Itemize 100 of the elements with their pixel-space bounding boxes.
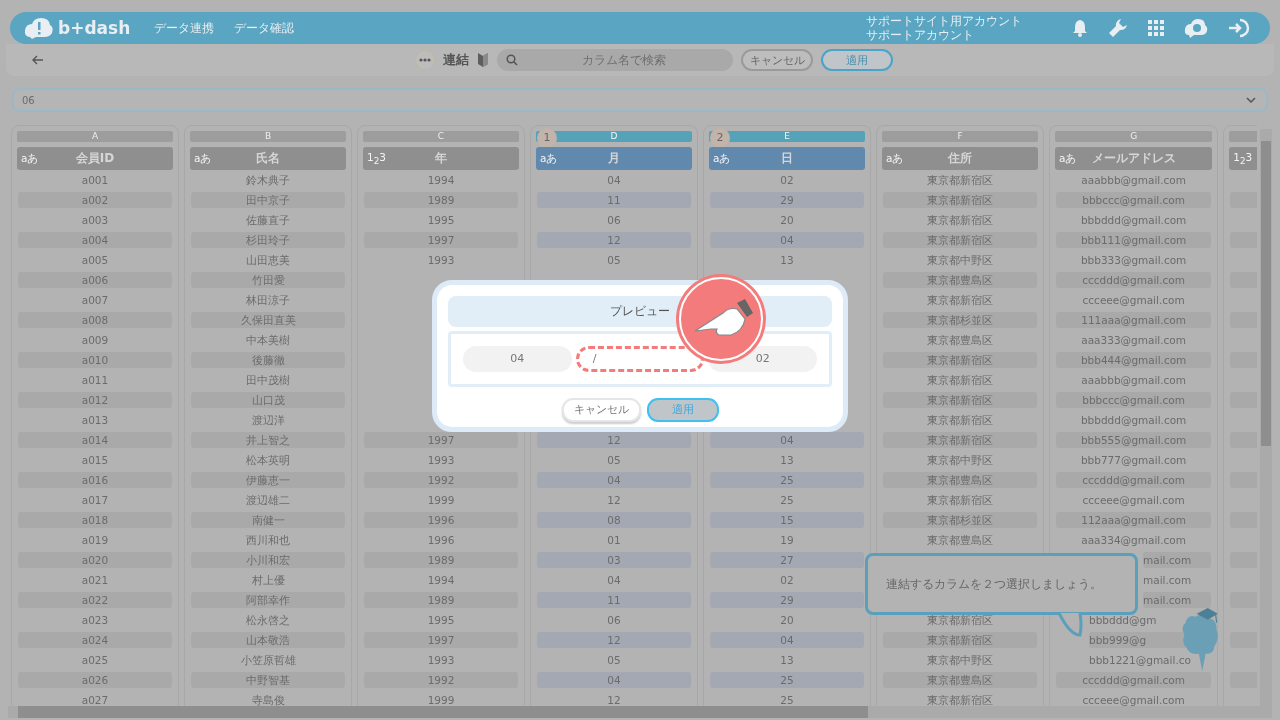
table-cell: 25 bbox=[710, 672, 864, 688]
account-name[interactable]: サポートアカウント bbox=[866, 28, 1022, 42]
table-cell-text: aaa333@gmail.com bbox=[1080, 333, 1187, 348]
table-cell-text: 東京都中野区 bbox=[926, 653, 994, 668]
type-label: aあ bbox=[886, 151, 904, 166]
type-label: aあ bbox=[540, 151, 558, 166]
table-cell: 27 bbox=[710, 552, 864, 568]
table-cell-text: 19 bbox=[779, 533, 795, 548]
table-cell-text: a009 bbox=[80, 333, 110, 348]
table-cell-text: aaabbb@gmail.com bbox=[1080, 173, 1187, 188]
column-letter[interactable]: B bbox=[190, 131, 346, 142]
table-cell-text: a023 bbox=[80, 613, 110, 628]
table-cell-text: mail.com bbox=[1143, 573, 1193, 588]
table-cell: 11 bbox=[537, 192, 691, 208]
nav-link[interactable]: データ確認 bbox=[234, 19, 295, 37]
table-cell-text: aaabbb@gmail.com bbox=[1080, 373, 1187, 388]
dialog-button[interactable]: 適用 bbox=[646, 398, 719, 422]
table-cell: bbbccc@gmail.com bbox=[1056, 392, 1212, 408]
table-cell-text: 05 bbox=[606, 653, 622, 668]
table-cell-text: 02 bbox=[779, 573, 795, 588]
table-cell-text: a027 bbox=[80, 693, 110, 706]
table-cell-text: bbb333@gmail.com bbox=[1079, 253, 1188, 268]
table-cell-text: 12 bbox=[606, 493, 622, 508]
table-cell: cccddd@gmail.com bbox=[1056, 672, 1212, 688]
table-cell-text: 小笠原哲雄 bbox=[239, 653, 297, 668]
table-cell: a016 bbox=[18, 472, 172, 488]
table-cell-text: 06 bbox=[606, 613, 622, 628]
table-cell-text: ccceee@gmail.com bbox=[1081, 693, 1186, 706]
nav-link[interactable]: データ連携 bbox=[154, 19, 215, 37]
table-cell: 1997 bbox=[364, 432, 518, 448]
table-cell-text: 1999 bbox=[426, 493, 456, 508]
column-name: 年 bbox=[435, 150, 447, 167]
table-cell-text: 佐藤直子 bbox=[245, 213, 291, 228]
table-cell-text: 04 bbox=[606, 173, 622, 188]
table-cell: 12 bbox=[537, 632, 691, 648]
column-name: 月 bbox=[608, 150, 620, 167]
toolbar-button[interactable]: キャンセル bbox=[741, 49, 813, 71]
table-cell: 08 bbox=[537, 512, 691, 528]
table-cell-text: a001 bbox=[80, 173, 110, 188]
table-cell-text: bbbddd@gm bbox=[1089, 613, 1158, 628]
table-cell-text: aaa334@gmail.com bbox=[1080, 533, 1187, 548]
table-cell: 12 bbox=[537, 232, 691, 248]
table-cell: 1996 bbox=[364, 512, 518, 528]
column-header[interactable]: aあ 氏名 bbox=[190, 147, 346, 170]
table-cell: 15 bbox=[710, 512, 864, 528]
toolbar-button[interactable]: 適用 bbox=[821, 49, 893, 71]
table-cell: a020 bbox=[18, 552, 172, 568]
column-letter[interactable]: G bbox=[1055, 131, 1213, 142]
dropdown[interactable]: 06 bbox=[12, 88, 1268, 112]
table-cell-text: 東京都豊島区 bbox=[926, 533, 994, 548]
column-header[interactable]: aあ 会員ID bbox=[17, 147, 173, 170]
table-cell-text: a007 bbox=[80, 293, 110, 308]
table-cell-text: bbbddd@gmail.com bbox=[1079, 213, 1188, 228]
table-cell: bbb111@gmail.com bbox=[1056, 232, 1212, 248]
table-cell-text: 13 bbox=[779, 253, 795, 268]
table-cell-text: a025 bbox=[80, 653, 110, 668]
table-cell-text: 西川和也 bbox=[245, 533, 291, 548]
table-cell-text: bbb777@gmail.com bbox=[1079, 453, 1188, 468]
type-label: aあ bbox=[194, 151, 212, 166]
column-letter[interactable]: A bbox=[17, 131, 173, 142]
table-cell-text: ccceee@gmail.com bbox=[1081, 293, 1186, 308]
table-cell: 1997 bbox=[364, 632, 518, 648]
table-cell-text: 東京都新宿区 bbox=[926, 613, 994, 628]
column-letter[interactable]: C bbox=[363, 131, 519, 142]
column-header[interactable]: aあ 月 bbox=[536, 147, 692, 170]
table-cell: 1992 bbox=[364, 472, 518, 488]
table-cell-text: 東京都新宿区 bbox=[926, 413, 994, 428]
table-cell-text: 東京都新宿区 bbox=[926, 493, 994, 508]
column-name: 氏名 bbox=[256, 150, 280, 167]
column-header[interactable]: 1$_{2}$3 年 bbox=[363, 147, 519, 170]
account-name[interactable]: サポートサイト用アカウント bbox=[866, 14, 1022, 28]
table-cell-text: 林田涼子 bbox=[245, 293, 291, 308]
column-header[interactable]: aあ 日 bbox=[709, 147, 865, 170]
column-letter[interactable]: F bbox=[882, 131, 1038, 142]
column-header[interactable]: aあ メールアドレス bbox=[1055, 147, 1213, 170]
table-cell: cccddd@gmail.com bbox=[1056, 472, 1212, 488]
dialog-button[interactable]: キャンセル bbox=[561, 398, 641, 422]
column-header[interactable]: aあ 住所 bbox=[882, 147, 1038, 170]
table-cell: 112aaa@gmail.com bbox=[1056, 512, 1212, 528]
table-cell: 11 bbox=[537, 592, 691, 608]
table-cell: bbbccc@gmail.com bbox=[1056, 192, 1212, 208]
table-cell-text: 1995 bbox=[426, 213, 456, 228]
table-cell-text: 東京都新宿区 bbox=[926, 173, 994, 188]
table-cell-text: 13 bbox=[779, 453, 795, 468]
table-cell-text: 01 bbox=[606, 533, 622, 548]
table-cell-text: 05 bbox=[606, 253, 622, 268]
table-cell-text: 1994 bbox=[426, 173, 456, 188]
preview-value: 04 bbox=[463, 346, 572, 372]
table-cell-text: 東京都中野区 bbox=[926, 453, 994, 468]
table-cell-text: a013 bbox=[80, 413, 110, 428]
table-cell-text: 1996 bbox=[426, 533, 456, 548]
table-cell-text: 1993 bbox=[426, 453, 456, 468]
table-cell: a014 bbox=[18, 432, 172, 448]
toolbar-title: 連結 bbox=[443, 51, 469, 69]
table-cell: 04 bbox=[710, 432, 864, 448]
table-cell: a012 bbox=[18, 392, 172, 408]
table-cell: a002 bbox=[18, 192, 172, 208]
table-cell-text: 05 bbox=[606, 453, 622, 468]
table-cell-text: a019 bbox=[80, 533, 110, 548]
table-cell-text: 村上優 bbox=[250, 573, 286, 588]
